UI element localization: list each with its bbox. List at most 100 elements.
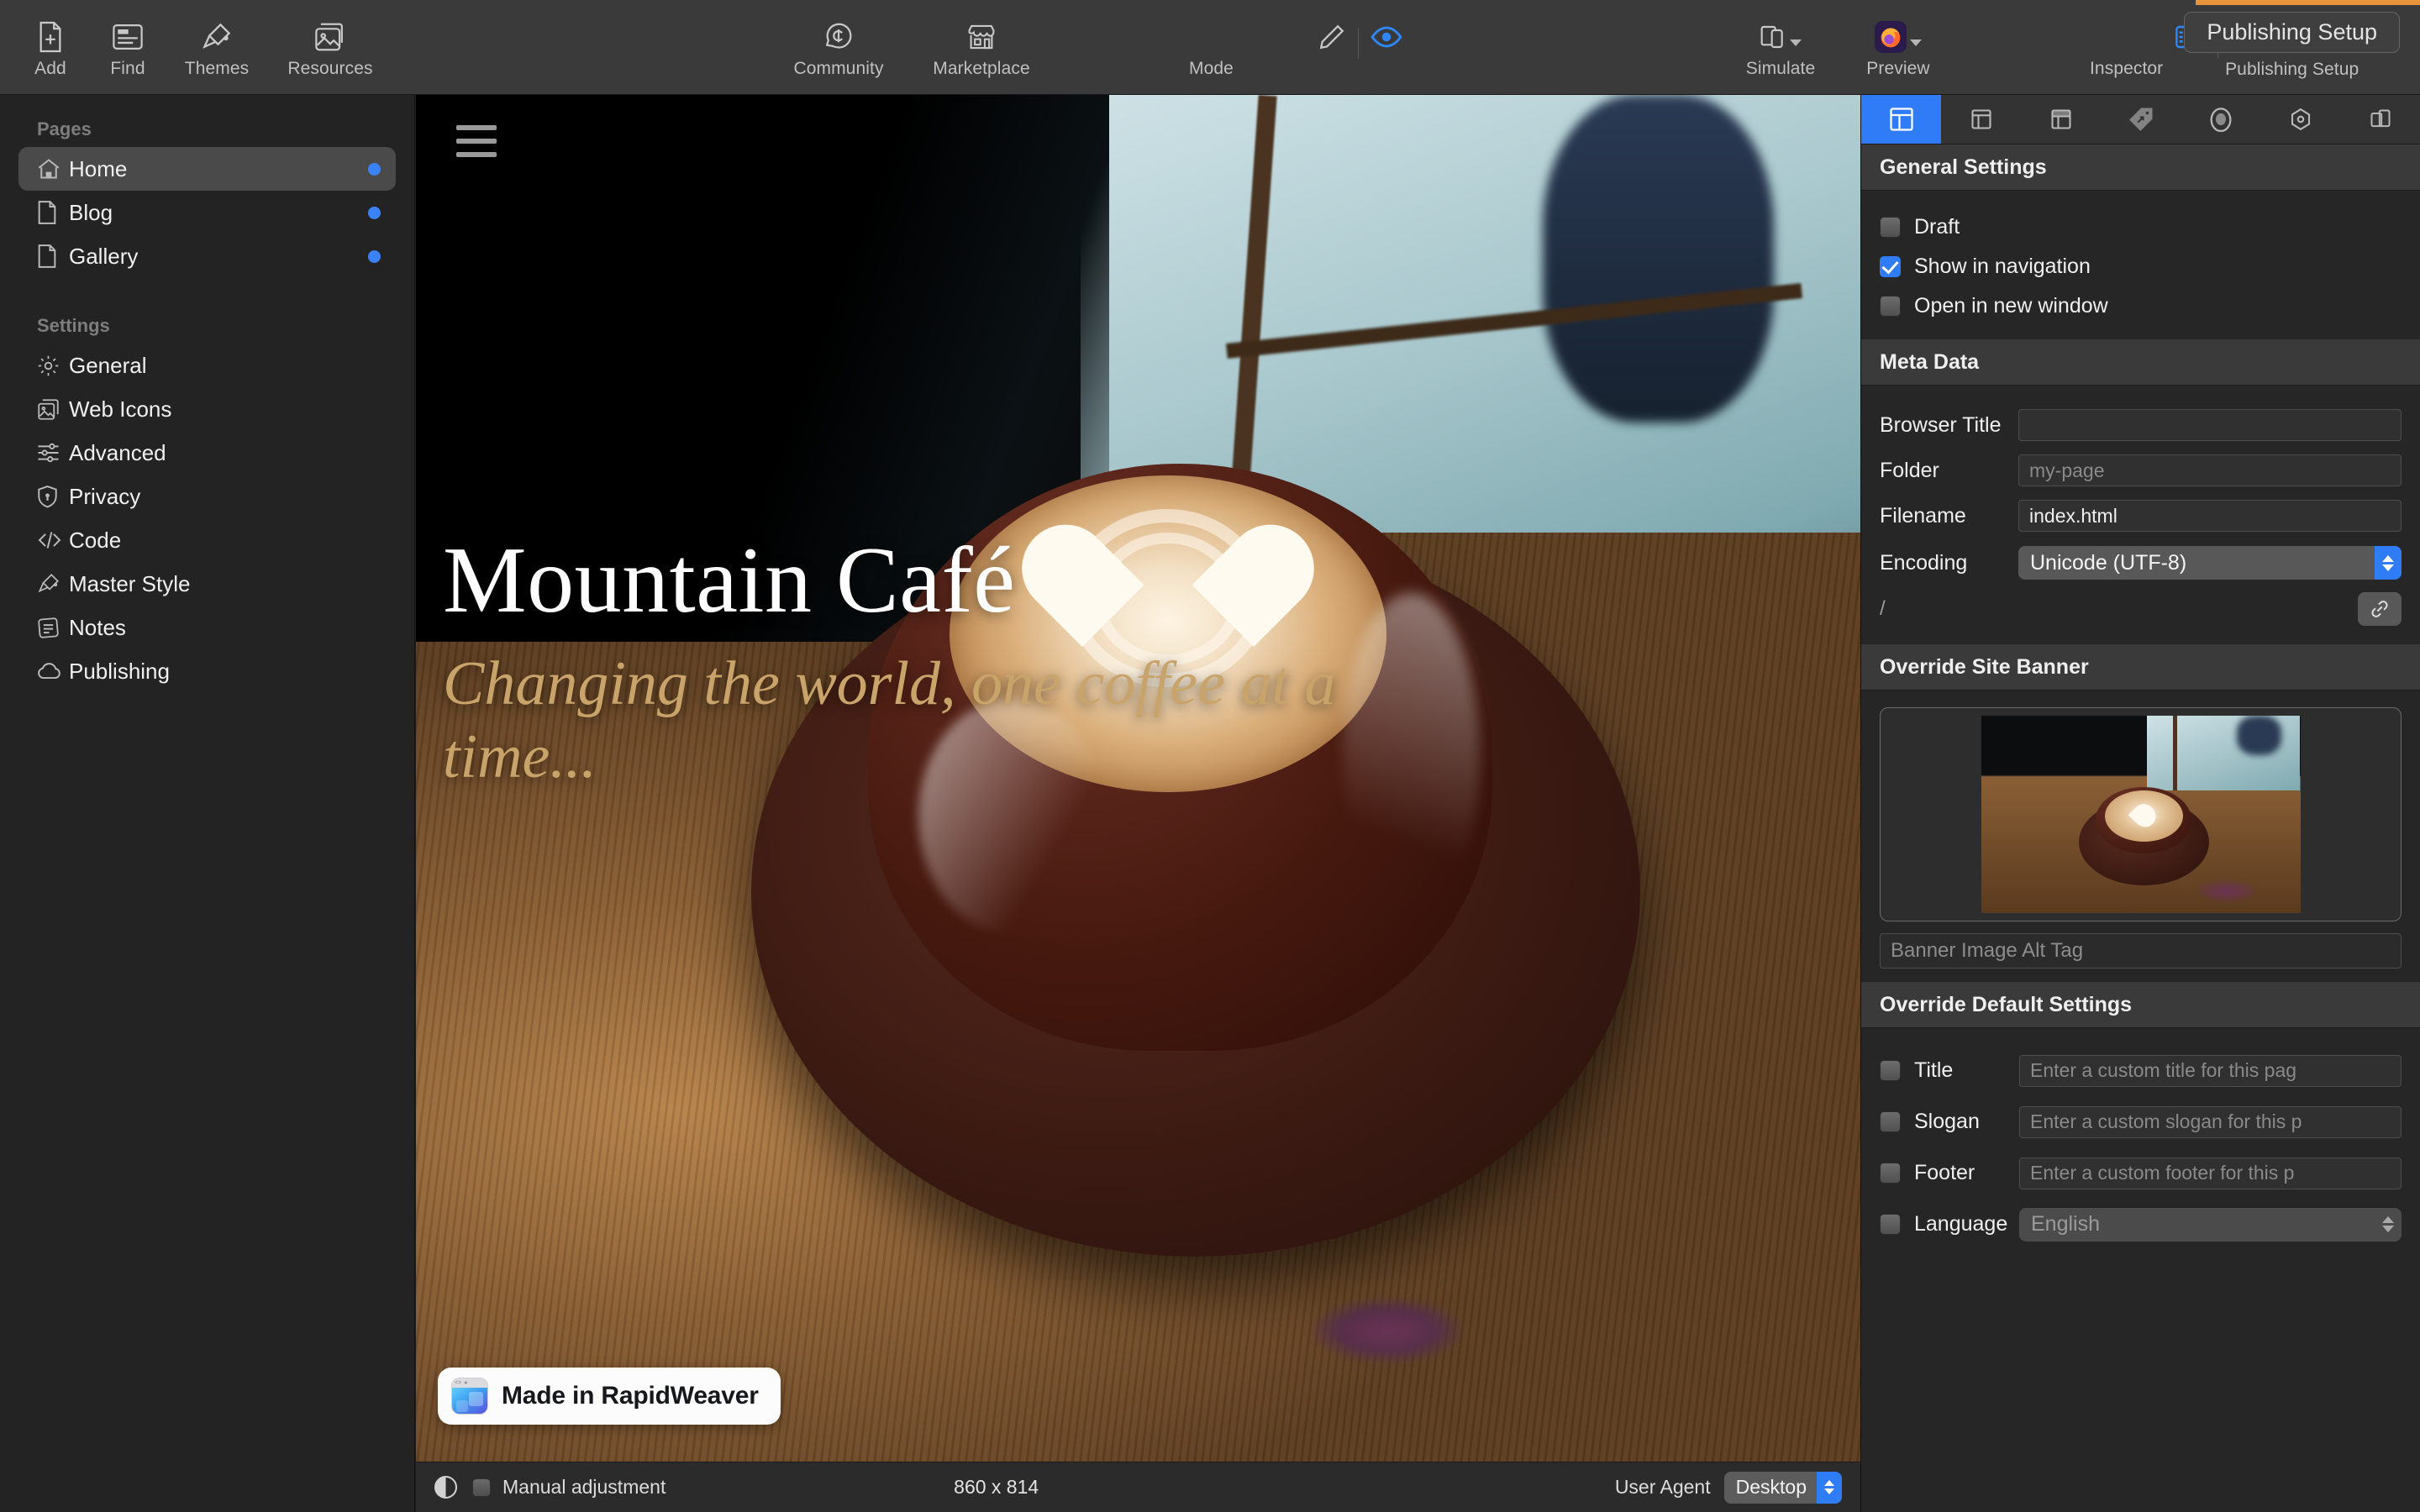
override-site-banner-body: Banner Image Alt Tag	[1861, 690, 2420, 982]
banner-drop-area[interactable]	[1880, 707, 2402, 921]
page-status-dot	[368, 249, 381, 263]
page-icon	[37, 244, 69, 268]
resources-images-icon	[315, 20, 345, 54]
page-status-dot	[368, 206, 381, 219]
sidebar-item-publishing[interactable]: Publishing	[18, 649, 396, 693]
override-language-checkbox[interactable]	[1880, 1214, 1901, 1235]
mode-divider	[1358, 29, 1359, 59]
tab-header-layout[interactable]	[2021, 95, 2101, 144]
toolbar-themes-button[interactable]: Themes	[166, 0, 267, 79]
page-slogan: Changing the world, one coffee at a time…	[443, 648, 1336, 791]
banner-thumbnail	[1981, 716, 2301, 913]
sidebar-item-label: Blog	[69, 199, 113, 225]
user-agent-select[interactable]: Desktop	[1723, 1471, 1842, 1504]
canvas-area: Mountain Café Changing the world, one co…	[416, 95, 1860, 1512]
toolbar-resources-button[interactable]: Resources	[267, 0, 393, 79]
toolbar-preview-button[interactable]: Preview	[1839, 0, 1957, 79]
cloud-icon	[37, 662, 69, 680]
override-footer-checkbox[interactable]	[1880, 1163, 1901, 1184]
sidebar-item-general[interactable]: General	[18, 344, 396, 387]
tag-icon	[2128, 108, 2152, 131]
path-preview: /	[1880, 597, 1886, 620]
toolbar-community-button[interactable]: Community	[771, 0, 906, 79]
toolbar-resources-label: Resources	[287, 59, 373, 78]
filename-input[interactable]: index.html	[2018, 500, 2402, 532]
link-button[interactable]	[2358, 592, 2402, 626]
firefox-icon	[1875, 20, 1922, 54]
sidebar-item-label: Publishing	[69, 658, 170, 684]
draft-checkbox[interactable]	[1880, 217, 1901, 238]
sidebar-item-blog[interactable]: Blog	[18, 191, 396, 234]
override-slogan-checkbox[interactable]	[1880, 1111, 1901, 1132]
page-preview[interactable]: Mountain Café Changing the world, one co…	[416, 95, 1860, 1462]
browser-title-input[interactable]	[2018, 409, 2402, 441]
tab-page-layout[interactable]	[1861, 95, 1941, 144]
page-layout-icon	[1889, 108, 1913, 131]
tab-tags[interactable]	[2101, 95, 2181, 144]
sidebar-item-master-style[interactable]: Master Style	[18, 562, 396, 606]
override-title-checkbox[interactable]	[1880, 1060, 1901, 1081]
override-slogan-input[interactable]: Enter a custom slogan for this p	[2019, 1105, 2402, 1138]
banner-alt-tag-input[interactable]: Banner Image Alt Tag	[1880, 933, 2402, 969]
inspector-panel: General Settings Draft Show in navigatio…	[1860, 95, 2420, 1512]
contrast-icon[interactable]	[434, 1476, 457, 1499]
override-slogan-label: Slogan	[1914, 1110, 1980, 1133]
mode-preview-button[interactable]	[1370, 0, 1402, 54]
home-icon	[37, 158, 69, 180]
sidebar-item-privacy[interactable]: Privacy	[18, 475, 396, 518]
encoding-value: Unicode (UTF-8)	[2030, 550, 2187, 575]
manual-adjustment-checkbox[interactable]	[472, 1478, 491, 1497]
shield-icon	[37, 485, 69, 508]
open-in-new-window-row[interactable]: Open in new window	[1880, 286, 2402, 326]
toolbar-marketplace-button[interactable]: Marketplace	[906, 0, 1057, 79]
encoding-select[interactable]: Unicode (UTF-8)	[2018, 546, 2402, 580]
sidebar-item-label: Notes	[69, 614, 126, 640]
sidebar-item-gallery[interactable]: Gallery	[18, 234, 396, 278]
toolbar-find-button[interactable]: Find	[89, 0, 166, 79]
find-icon	[113, 20, 143, 54]
sidebar-item-web-icons[interactable]: Web Icons	[18, 387, 396, 431]
toolbar-simulate-button[interactable]: Simulate	[1722, 0, 1839, 79]
tab-sidebar-layout[interactable]	[1941, 95, 2021, 144]
open-in-new-window-checkbox[interactable]	[1880, 296, 1901, 317]
toolbar-add-button[interactable]: Add	[12, 0, 89, 79]
override-title-input[interactable]: Enter a custom title for this pag	[2019, 1054, 2402, 1087]
made-in-rapidweaver-badge[interactable]: <> ● Made in RapidWeaver	[438, 1368, 781, 1425]
canvas-status-bar: Manual adjustment 860 x 814 User Agent D…	[416, 1462, 1860, 1512]
override-footer-row: Footer Enter a custom footer for this p	[1880, 1147, 2402, 1199]
sidebar-item-notes[interactable]: Notes	[18, 606, 396, 649]
mode-edit-button[interactable]	[1318, 0, 1346, 54]
show-in-navigation-checkbox[interactable]	[1880, 256, 1901, 277]
override-language-select[interactable]: English	[2019, 1207, 2402, 1242]
show-in-navigation-row[interactable]: Show in navigation	[1880, 247, 2402, 286]
rapidweaver-app-icon: <> ●	[451, 1378, 488, 1415]
publishing-setup-caption: Publishing Setup	[2225, 60, 2360, 79]
toolbar-preview-label: Preview	[1866, 59, 1930, 78]
stepper-icon	[2375, 546, 2402, 580]
page-title: Mountain Café	[443, 528, 1016, 633]
sidebar-item-label: Advanced	[69, 439, 166, 465]
folder-input[interactable]: my-page	[2018, 454, 2402, 486]
sidebar-item-home[interactable]: Home	[18, 147, 396, 191]
override-title-label: Title	[1914, 1058, 1954, 1082]
sidebar-item-code[interactable]: Code	[18, 518, 396, 562]
override-default-settings-header: Override Default Settings	[1861, 982, 2420, 1028]
sidebar-item-advanced[interactable]: Advanced	[18, 431, 396, 475]
draft-row[interactable]: Draft	[1880, 207, 2402, 247]
override-title-row: Title Enter a custom title for this pag	[1880, 1045, 2402, 1096]
tab-hexagon[interactable]	[2260, 95, 2340, 144]
toolbar-simulate-label: Simulate	[1745, 59, 1816, 78]
override-footer-input[interactable]: Enter a custom footer for this p	[2019, 1157, 2402, 1189]
publishing-setup-button[interactable]: Publishing Setup	[2184, 12, 2400, 53]
tab-stacks[interactable]	[2340, 95, 2420, 144]
sidebar-item-label: General	[69, 352, 147, 378]
hamburger-menu-icon[interactable]	[456, 125, 497, 165]
gear-icon	[37, 354, 69, 377]
tab-target[interactable]	[2181, 95, 2260, 144]
stepper-icon	[1816, 1471, 1842, 1504]
override-site-banner-header: Override Site Banner	[1861, 644, 2420, 690]
add-page-icon	[36, 20, 65, 54]
themes-brush-icon	[201, 20, 233, 54]
toolbar-mode-group: Mode	[1189, 0, 1402, 95]
